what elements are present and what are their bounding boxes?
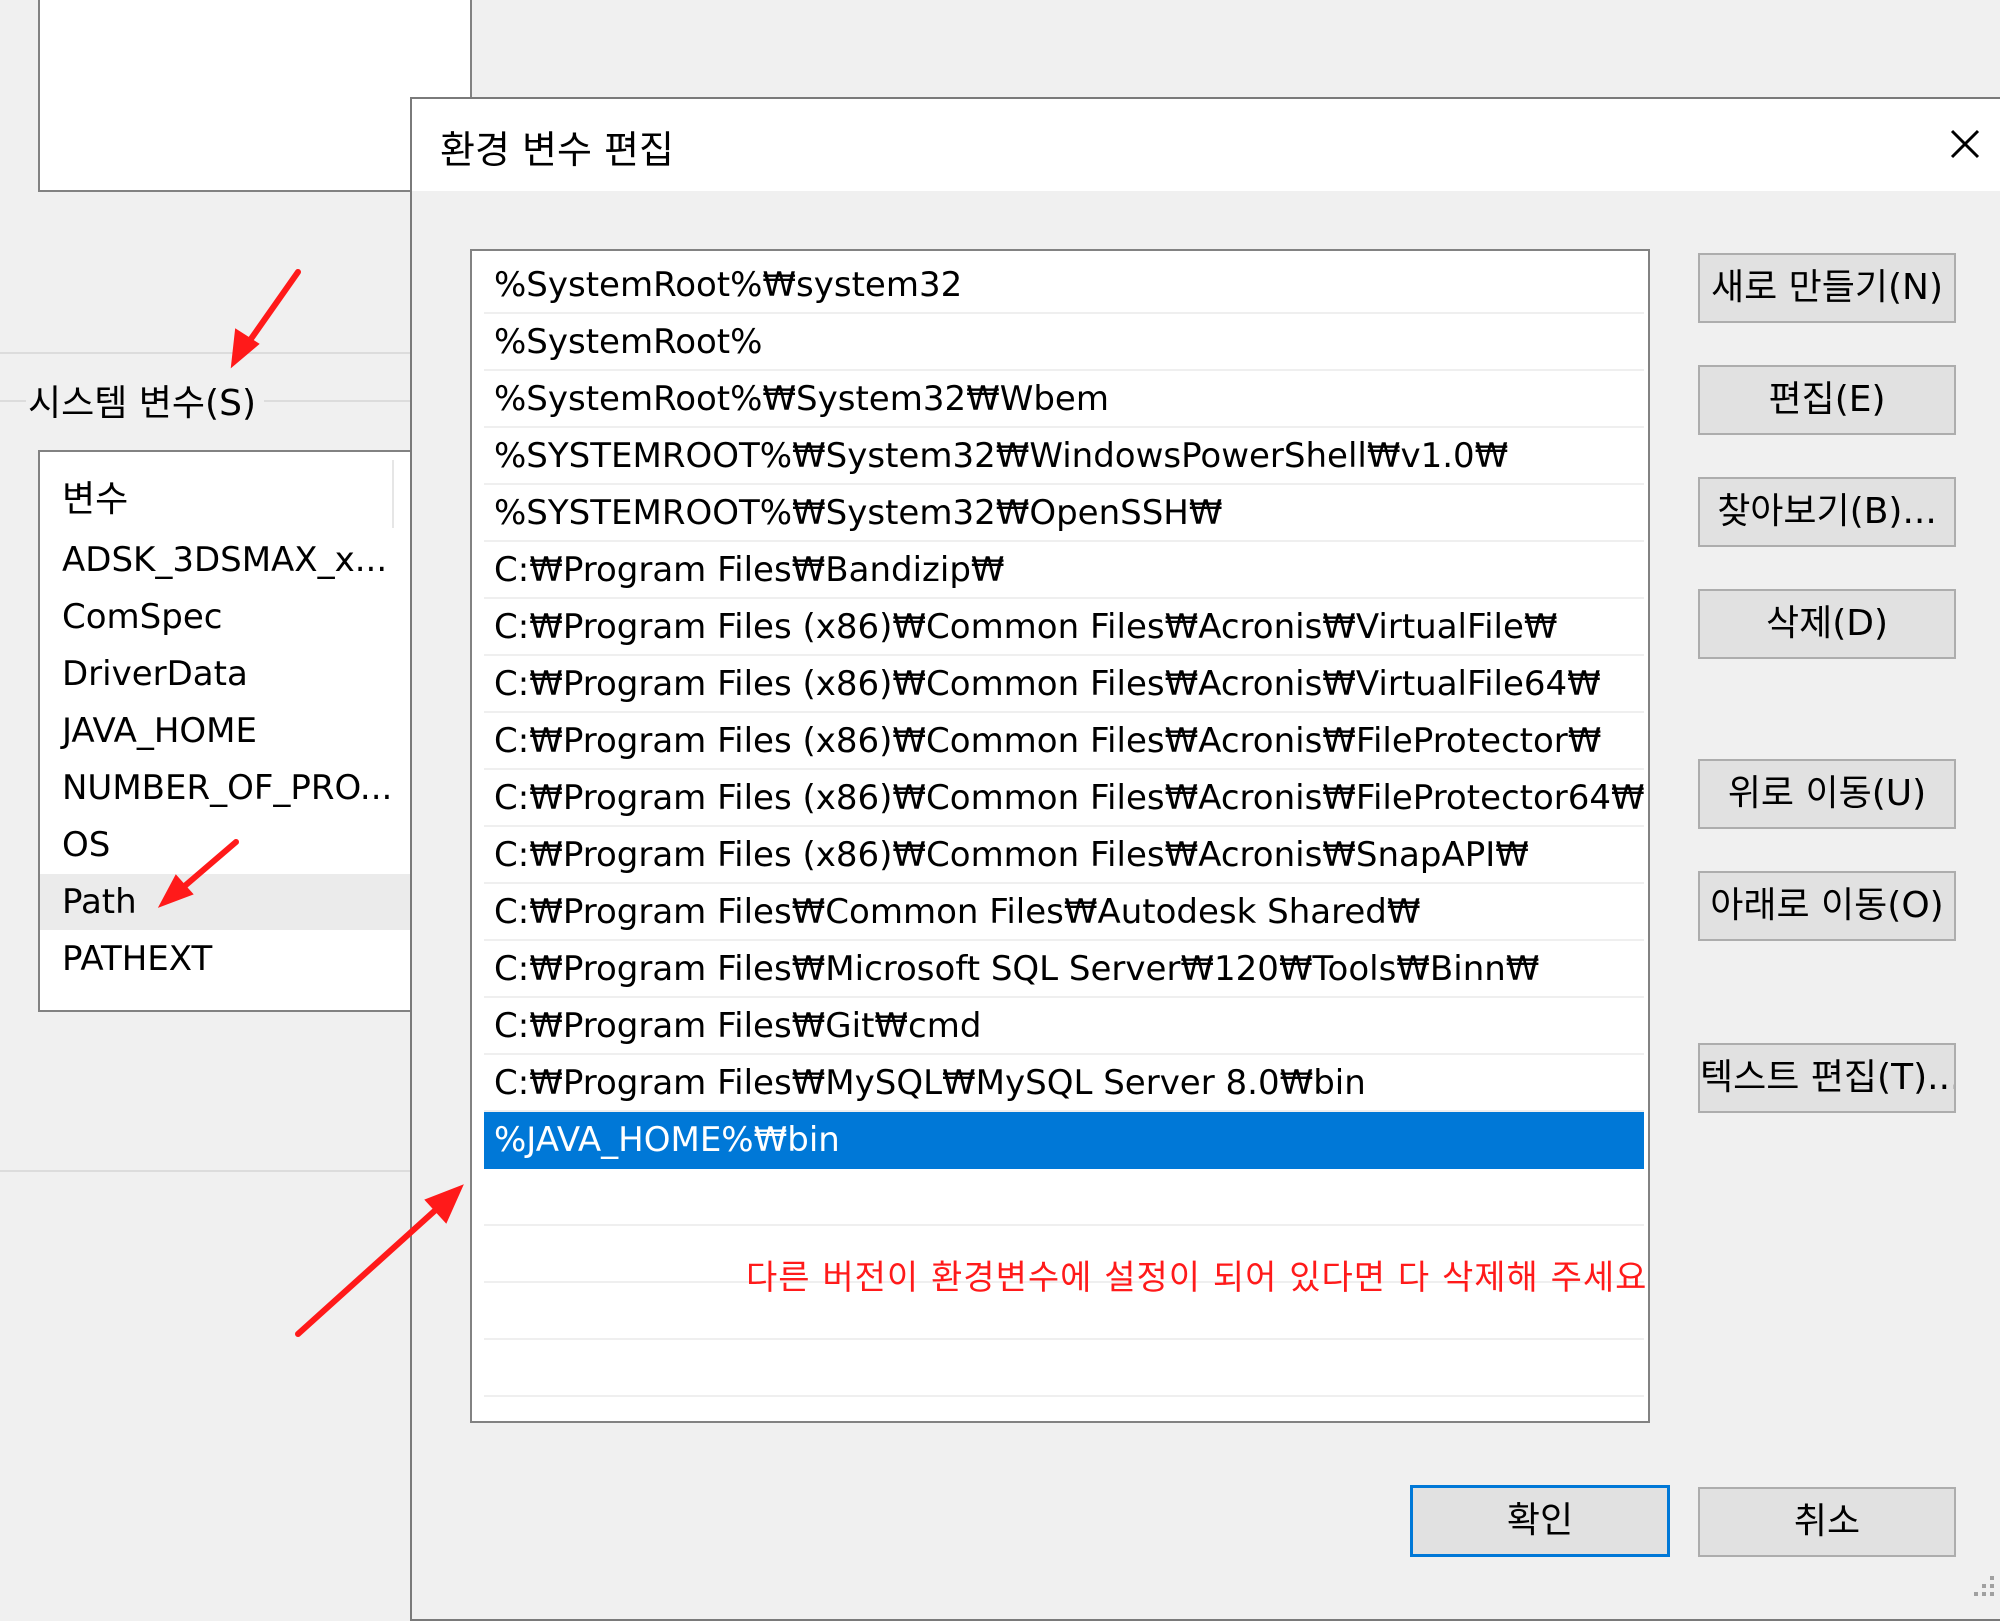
empty-row[interactable] [484,1169,1644,1226]
path-item[interactable]: %SystemRoot%₩System32₩Wbem [484,371,1644,428]
browse-button[interactable]: 찾아보기(B)... [1698,477,1956,547]
path-item[interactable]: C:₩Program Files₩MySQL₩MySQL Server 8.0₩… [484,1055,1644,1112]
path-item[interactable]: C:₩Program Files₩Common Files₩Autodesk S… [484,884,1644,941]
move-up-button[interactable]: 위로 이동(U) [1698,759,1956,829]
path-item[interactable]: C:₩Program Files (x86)₩Common Files₩Acro… [484,713,1644,770]
variable-name: DriverData [62,654,248,694]
variable-name: NUMBER_OF_PRO... [62,768,393,808]
path-value: C:₩Program Files₩Microsoft SQL Server₩12… [494,949,1540,989]
path-item[interactable]: C:₩Program Files₩Git₩cmd [484,998,1644,1055]
path-item[interactable]: C:₩Program Files (x86)₩Common Files₩Acro… [484,827,1644,884]
path-value: C:₩Program Files₩Bandizip₩ [494,550,1005,590]
path-value: C:₩Program Files₩Git₩cmd [494,1006,982,1046]
path-value: %SYSTEMROOT%₩System32₩WindowsPowerShell₩… [494,436,1509,476]
path-item[interactable]: C:₩Program Files₩Microsoft SQL Server₩12… [484,941,1644,998]
list-item[interactable]: ComSpec [40,589,470,645]
edit-environment-variable-dialog: 환경 변수 편집 %SystemRoot%₩system32 %SystemRo… [410,97,2000,1621]
empty-row[interactable] [484,1340,1644,1397]
close-icon [1950,129,1980,159]
system-variables-list[interactable]: 변수 ADSK_3DSMAX_x... ComSpec DriverData J… [38,450,472,1012]
list-item[interactable]: NUMBER_OF_PRO... [40,760,470,816]
variable-name: ADSK_3DSMAX_x... [62,540,388,580]
list-item[interactable]: PATHEXT [40,931,470,987]
path-value: C:₩Program Files (x86)₩Common Files₩Acro… [494,778,1645,818]
variable-name: OS [62,825,111,865]
ok-button[interactable]: 확인 [1410,1485,1670,1557]
path-item[interactable]: C:₩Program Files (x86)₩Common Files₩Acro… [484,599,1644,656]
path-value: C:₩Program Files (x86)₩Common Files₩Acro… [494,835,1529,875]
variable-name: ComSpec [62,597,223,637]
path-item-selected[interactable]: %JAVA_HOME%₩bin [484,1112,1644,1169]
annotation-text: 다른 버전이 환경변수에 설정이 되어 있다면 다 삭제해 주세요 [746,1258,1648,1298]
delete-button[interactable]: 삭제(D) [1698,589,1956,659]
path-value: %SystemRoot%₩system32 [494,265,963,305]
variable-name: JAVA_HOME [62,711,258,751]
column-separator[interactable] [392,460,394,528]
divider [0,1170,440,1172]
variable-name: PATHEXT [62,939,213,979]
background-textbox [38,0,472,192]
variable-name: Path [62,882,137,922]
list-item[interactable]: ADSK_3DSMAX_x... [40,532,470,588]
column-header-variable[interactable]: 변수 [62,470,128,522]
path-value: C:₩Program Files (x86)₩Common Files₩Acro… [494,607,1558,647]
new-button[interactable]: 새로 만들기(N) [1698,253,1956,323]
path-value: C:₩Program Files₩MySQL₩MySQL Server 8.0₩… [494,1063,1366,1103]
list-item[interactable]: DriverData [40,646,470,702]
path-value: %SystemRoot%₩System32₩Wbem [494,379,1109,419]
cancel-button[interactable]: 취소 [1698,1487,1956,1557]
path-value: C:₩Program Files₩Common Files₩Autodesk S… [494,892,1421,932]
path-value: C:₩Program Files (x86)₩Common Files₩Acro… [494,664,1601,704]
path-list[interactable]: %SystemRoot%₩system32 %SystemRoot% %Syst… [470,249,1650,1423]
dialog-title: 환경 변수 편집 [440,128,674,172]
resize-grip-icon[interactable] [1968,1570,1998,1600]
path-item[interactable]: %SystemRoot%₩system32 [484,257,1644,314]
path-item[interactable]: %SystemRoot% [484,314,1644,371]
path-value: %SystemRoot% [494,322,763,362]
path-value: C:₩Program Files (x86)₩Common Files₩Acro… [494,721,1602,761]
path-item[interactable]: %SYSTEMROOT%₩System32₩WindowsPowerShell₩… [484,428,1644,485]
path-value: %JAVA_HOME%₩bin [494,1120,840,1160]
system-variables-label: 시스템 변수(S) [26,374,264,426]
path-value: %SYSTEMROOT%₩System32₩OpenSSH₩ [494,493,1223,533]
edit-text-button[interactable]: 텍스트 편집(T)... [1698,1043,1956,1113]
divider [0,352,440,354]
path-item[interactable]: C:₩Program Files₩Bandizip₩ [484,542,1644,599]
title-bar[interactable]: 환경 변수 편집 [412,99,2000,191]
path-item[interactable]: C:₩Program Files (x86)₩Common Files₩Acro… [484,770,1645,827]
edit-button[interactable]: 편집(E) [1698,365,1956,435]
list-item[interactable]: OS [40,817,470,873]
move-down-button[interactable]: 아래로 이동(O) [1698,871,1956,941]
list-header[interactable]: 변수 [40,452,470,532]
list-item-path[interactable]: Path [40,874,470,930]
path-item[interactable]: C:₩Program Files (x86)₩Common Files₩Acro… [484,656,1644,713]
path-item[interactable]: %SYSTEMROOT%₩System32₩OpenSSH₩ [484,485,1644,542]
list-item[interactable]: JAVA_HOME [40,703,470,759]
close-button[interactable] [1934,113,1996,175]
